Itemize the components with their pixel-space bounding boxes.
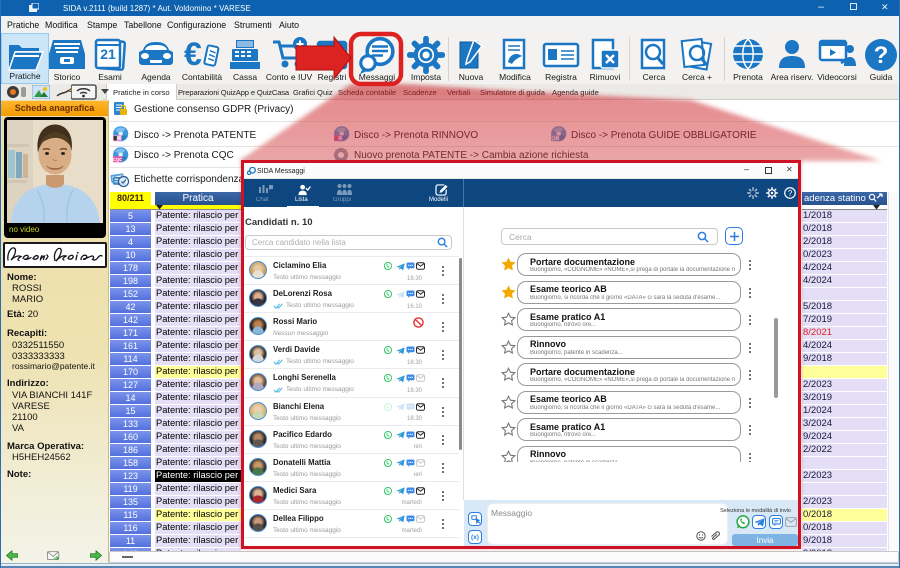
svg-text:CQC: CQC (113, 157, 122, 162)
svg-text:€: € (184, 36, 202, 72)
svg-text:?: ? (874, 42, 889, 69)
svg-text:?: ? (788, 189, 793, 198)
svg-text:21: 21 (100, 46, 116, 62)
